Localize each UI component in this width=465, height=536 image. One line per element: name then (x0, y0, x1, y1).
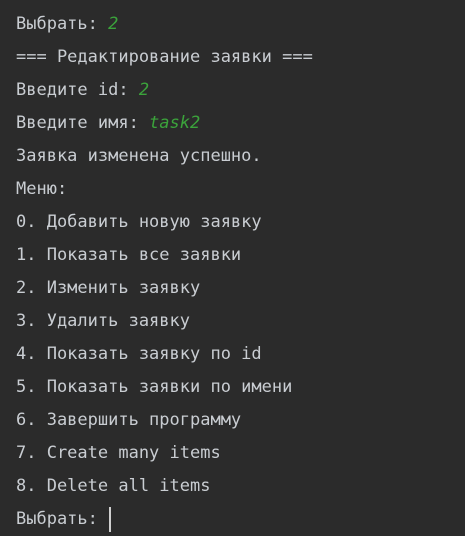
menu-item: 6. Завершить программу (16, 410, 242, 430)
console-output[interactable]: Выбрать: 2 === Редактирование заявки ===… (0, 0, 465, 532)
menu-item: 3. Удалить заявку (16, 311, 190, 331)
console-input-line[interactable]: Выбрать: (16, 503, 465, 536)
menu-item: 1. Показать все заявки (16, 245, 242, 265)
prompt-text: Выбрать: (16, 14, 109, 34)
menu-item: 7. Create many items (16, 443, 221, 463)
prompt-text: Введите имя: (16, 113, 150, 133)
prompt-text: Введите id: (16, 80, 139, 100)
console-line-edit-header: === Редактирование заявки === (16, 47, 313, 67)
menu-item: 4. Показать заявку по id (16, 344, 262, 364)
text-cursor (109, 506, 112, 532)
user-input-value: 2 (138, 80, 150, 100)
console-line-success-message: Заявка изменена успешно. (16, 146, 262, 166)
user-input-value: 2 (108, 14, 119, 34)
console-line-id-prompt: Введите id: 2 (16, 74, 465, 107)
menu-item: 2. Изменить заявку (16, 278, 201, 298)
user-input-value: task2 (149, 113, 201, 133)
console-line-menu-title: Меню: (16, 179, 68, 199)
console-line-name-prompt: Введите имя: task2 (16, 107, 465, 140)
menu-item: 5. Показать заявки по имени (16, 377, 293, 397)
prompt-text: Выбрать: (16, 509, 109, 529)
menu-item: 0. Добавить новую заявку (16, 212, 262, 232)
menu-item: 8. Delete all items (16, 476, 211, 496)
console-line-choice-prompt: Выбрать: 2 (16, 8, 465, 41)
